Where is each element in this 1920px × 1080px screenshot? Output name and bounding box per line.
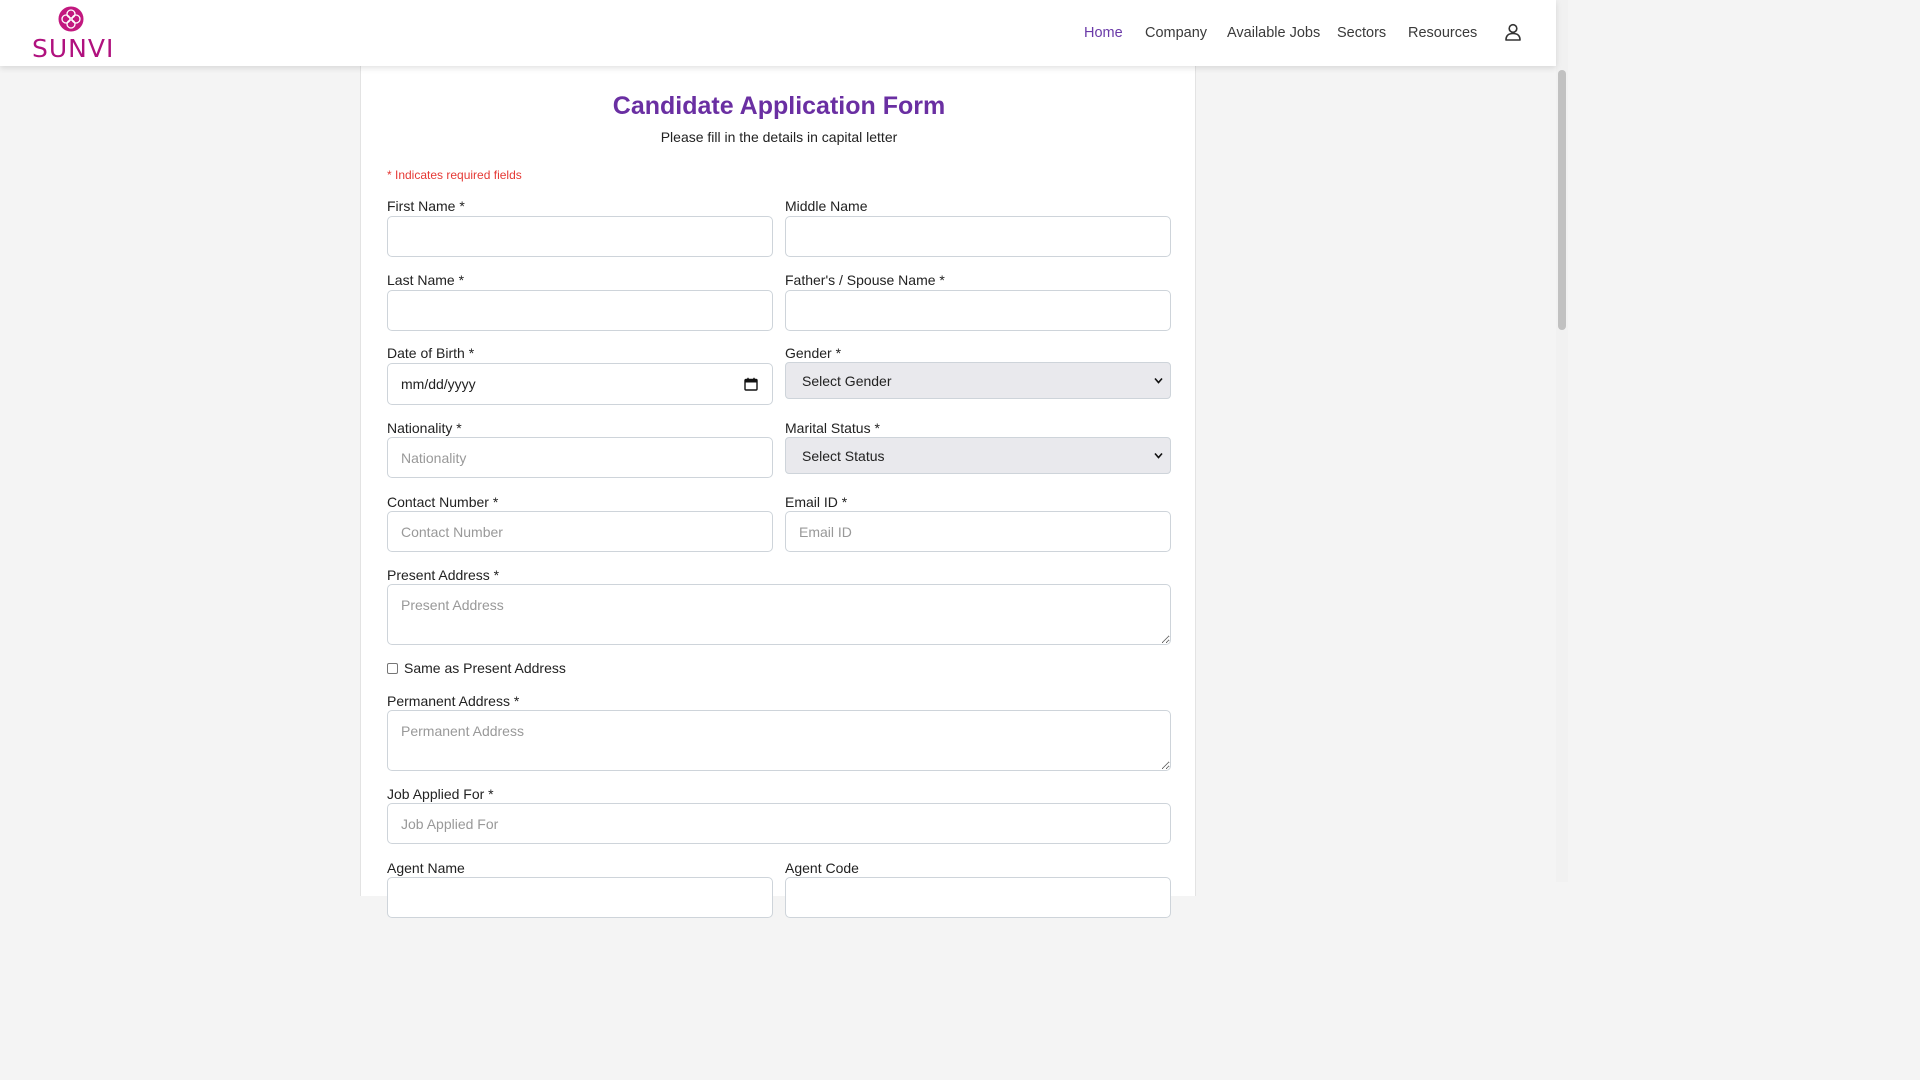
gender-selected-value: Select Gender [802,372,892,389]
agent-name-input[interactable] [387,877,773,918]
application-form-card: Candidate Application Form Please fill i… [360,66,1196,918]
job-applied-input[interactable] [387,803,1171,844]
dob-value: mm/dd/yyyy [401,376,476,392]
email-label: Email ID * [785,494,848,510]
agent-code-input[interactable] [785,877,1171,918]
gender-label: Gender * [785,345,842,361]
chevron-down-icon [1154,377,1163,384]
present-address-textarea[interactable] [387,584,1171,645]
last-name-input[interactable] [387,290,773,331]
nav-available-jobs[interactable]: Available Jobs [1227,25,1320,41]
marital-status-select[interactable]: Select Status [785,437,1171,474]
marital-status-label: Marital Status * [785,420,880,436]
nav-home[interactable]: Home [1084,25,1123,41]
permanent-address-textarea[interactable] [387,710,1171,771]
email-input[interactable] [785,511,1171,552]
chevron-down-icon [1154,452,1163,459]
form-subtitle: Please fill in the details in capital le… [660,129,898,145]
contact-number-input[interactable] [387,511,773,552]
sunvi-logo[interactable]: SUNVI [32,6,115,63]
nationality-label: Nationality * [387,420,462,436]
dob-label: Date of Birth * [387,345,475,361]
nav-sectors[interactable]: Sectors [1337,25,1386,41]
first-name-label: First Name * [387,198,465,214]
scrollbar-thumb[interactable] [1558,70,1566,330]
contact-number-label: Contact Number * [387,494,499,510]
agent-name-label: Agent Name [387,860,465,876]
nationality-input[interactable] [387,437,773,478]
required-fields-note: * Indicates required fields [387,168,522,182]
logo-wordmark: SUNVI [32,34,115,63]
permanent-address-label: Permanent Address * [387,693,520,709]
gender-select[interactable]: Select Gender [785,362,1171,399]
father-spouse-name-label: Father's / Spouse Name * [785,272,945,288]
calendar-icon[interactable] [744,377,758,391]
last-name-label: Last Name * [387,272,465,288]
middle-name-input[interactable] [785,216,1171,257]
nav-company[interactable]: Company [1145,25,1207,41]
same-as-present-checkbox[interactable] [387,663,398,674]
nav-resources[interactable]: Resources [1408,25,1477,41]
father-spouse-name-input[interactable] [785,290,1171,331]
present-address-label: Present Address * [387,567,500,583]
dob-input[interactable]: mm/dd/yyyy [387,363,773,405]
user-account-icon[interactable] [1504,23,1522,41]
agent-code-label: Agent Code [785,860,859,876]
marital-status-selected-value: Select Status [802,447,885,464]
form-title: Candidate Application Form [612,92,946,120]
first-name-input[interactable] [387,216,773,257]
job-applied-label: Job Applied For * [387,786,494,802]
site-header: SUNVI Home Company Available Jobs Sector… [0,0,1556,66]
flower-logo-icon [58,6,84,32]
middle-name-label: Middle Name [785,198,868,214]
same-as-present-label[interactable]: Same as Present Address [404,660,566,676]
